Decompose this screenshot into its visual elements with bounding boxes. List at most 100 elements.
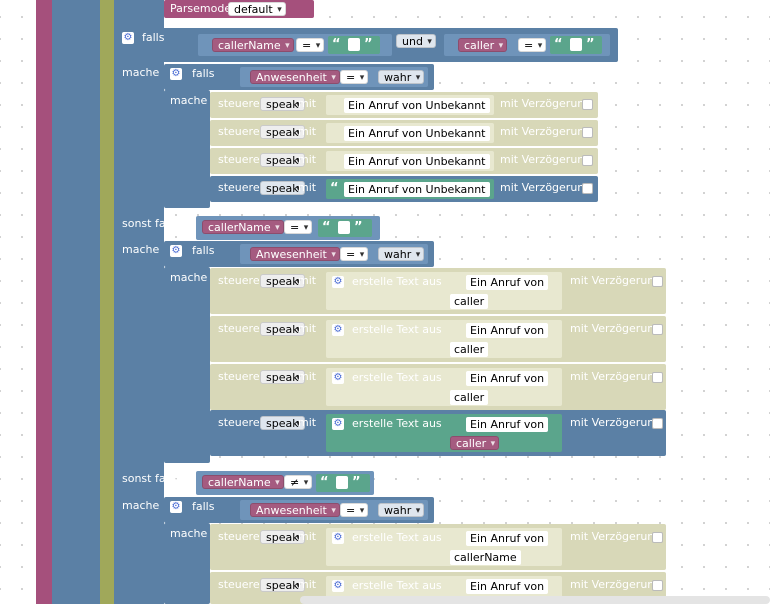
steuere-block-disabled[interactable]: steuere speak mit Ein Anruf von Unbekann… (210, 92, 598, 118)
gear-icon[interactable]: ⚙ (170, 68, 182, 80)
create-text-block[interactable]: ⚙ erstelle Text aus Ein Anruf von caller (326, 320, 562, 358)
create-text-block[interactable]: ⚙ erstelle Text aus Ein Anruf von caller (326, 368, 562, 406)
steuere-label: steuere (218, 274, 260, 287)
empty-text-field[interactable] (338, 221, 350, 234)
eq-operator[interactable]: = (518, 38, 547, 53)
gear-icon[interactable]: ⚙ (170, 501, 182, 513)
anwesenheit-variable[interactable]: Anwesenheit (250, 247, 340, 262)
empty-text-field[interactable] (348, 38, 360, 51)
parsemode-block[interactable]: Parsemode default (164, 0, 314, 18)
text-value[interactable]: Ein Anruf von (466, 323, 549, 338)
compare-block-anwesenheit[interactable]: Anwesenheit = wahr (240, 244, 428, 264)
delay-checkbox[interactable] (652, 580, 663, 591)
eq-operator[interactable]: = (340, 503, 369, 518)
text-value[interactable]: Ein Anruf von Unbekannt (344, 154, 490, 169)
callername-variable[interactable]: callerName (202, 475, 284, 490)
compare-block-anwesenheit[interactable]: Anwesenheit = wahr (240, 500, 428, 520)
gear-icon[interactable]: ⚙ (170, 245, 182, 257)
if-block-anwesenheit-2[interactable]: ⚙ falls Anwesenheit = wahr (164, 241, 434, 267)
gear-icon[interactable]: ⚙ (332, 276, 344, 288)
delay-checkbox[interactable] (652, 324, 663, 335)
caller-variable[interactable]: caller (450, 342, 489, 357)
steuere-block-active[interactable]: steuere speak mit ⚙ erstelle Text aus Ei… (210, 410, 666, 456)
caller-variable[interactable]: caller (450, 436, 500, 451)
text-value[interactable]: Ein Anruf von Unbekannt (344, 182, 490, 197)
steuere-block-disabled[interactable]: steuere speak mit ⚙ erstelle Text aus Ei… (210, 268, 666, 314)
caller-variable[interactable]: caller (450, 390, 489, 405)
compare-block-caller[interactable]: caller = “ ” (444, 34, 610, 56)
steuere-block-disabled[interactable]: steuere speak mit Ein Anruf von Unbekann… (210, 120, 598, 146)
delay-checkbox[interactable] (582, 183, 593, 194)
create-text-block[interactable]: ⚙ erstelle Text aus Ein Anruf von caller… (326, 528, 562, 566)
gear-icon[interactable]: ⚙ (332, 580, 344, 592)
delay-checkbox[interactable] (652, 372, 663, 383)
delay-checkbox[interactable] (582, 99, 593, 110)
anwesenheit-variable[interactable]: Anwesenheit (250, 503, 340, 518)
steuere-block-disabled[interactable]: steuere speak mit Ein Anruf von Unbekann… (210, 148, 598, 174)
und-operator[interactable]: und (396, 34, 436, 49)
create-text-block[interactable]: ⚙ erstelle Text aus Ein Anruf von caller (326, 272, 562, 310)
empty-text-block[interactable]: “ ” (550, 36, 602, 54)
text-block[interactable]: “ Ein Anruf von Unbekannt ” (326, 179, 494, 199)
steuere-block-disabled[interactable]: steuere speak mit ⚙ erstelle Text aus Ei… (210, 364, 666, 410)
anwesenheit-variable[interactable]: Anwesenheit (250, 70, 340, 85)
text-value[interactable]: Ein Anruf von (466, 275, 549, 290)
gear-icon[interactable]: ⚙ (332, 372, 344, 384)
caller-variable[interactable]: caller (450, 294, 489, 309)
wahr-value[interactable]: wahr (378, 247, 425, 262)
text-value[interactable]: Ein Anruf von (466, 579, 549, 594)
text-value[interactable]: Ein Anruf von Unbekannt (344, 126, 490, 141)
text-value[interactable]: Ein Anruf von (466, 531, 549, 546)
compare-block-anwesenheit[interactable]: Anwesenheit = wahr (240, 67, 428, 87)
gear-icon[interactable]: ⚙ (332, 324, 344, 336)
wahr-value[interactable]: wahr (378, 503, 425, 518)
delay-label: mit Verzögerung (570, 322, 662, 335)
caller-variable[interactable]: caller (458, 38, 508, 53)
steuere-block-active[interactable]: steuere speak mit “ Ein Anruf von Unbeka… (210, 176, 598, 202)
text-value[interactable]: Ein Anruf von (466, 417, 549, 432)
callername-variable[interactable]: callerName (202, 220, 284, 235)
empty-text-field[interactable] (570, 38, 582, 51)
horizontal-scrollbar[interactable] (300, 596, 770, 604)
delay-checkbox[interactable] (652, 276, 663, 287)
callername-variable[interactable]: callerName (450, 550, 521, 565)
delay-checkbox[interactable] (652, 418, 663, 429)
delay-checkbox[interactable] (582, 127, 593, 138)
create-text-label: erstelle Text aus (352, 275, 442, 288)
steuere-block-disabled[interactable]: steuere speak mit ⚙ erstelle Text aus Ei… (210, 524, 666, 570)
eq-operator[interactable]: = (340, 247, 369, 262)
empty-text-block[interactable]: “ ” (316, 474, 370, 492)
neq-operator[interactable]: ≠ (284, 475, 313, 490)
eq-operator[interactable]: = (340, 70, 369, 85)
empty-text-block[interactable]: “ ” (328, 36, 380, 54)
if-block-1[interactable]: ⚙ falls callerName = “ ” und caller = “ … (114, 28, 618, 62)
gear-icon[interactable]: ⚙ (122, 32, 134, 44)
delay-checkbox[interactable] (652, 532, 663, 543)
steuere-block-disabled[interactable]: steuere speak mit ⚙ erstelle Text aus Ei… (210, 316, 666, 362)
compare-block-callername[interactable]: callerName = “ ” (198, 34, 392, 56)
empty-text-block[interactable]: “ ” (318, 219, 372, 237)
empty-text-field[interactable] (336, 476, 348, 489)
callername-variable[interactable]: callerName (212, 38, 294, 53)
workspace-stripe-blue (52, 0, 100, 604)
compare-block-callername-2[interactable]: callerName = “ ” (196, 216, 380, 240)
eq-operator[interactable]: = (284, 220, 313, 235)
text-block[interactable]: Ein Anruf von Unbekannt (326, 123, 494, 143)
text-block[interactable]: Ein Anruf von Unbekannt (326, 151, 494, 171)
gear-icon[interactable]: ⚙ (332, 418, 344, 430)
eq-operator[interactable]: = (296, 38, 325, 53)
delay-checkbox[interactable] (582, 155, 593, 166)
steuere-label: steuere (218, 153, 260, 166)
text-block[interactable]: Ein Anruf von Unbekannt (326, 95, 494, 115)
text-value[interactable]: Ein Anruf von (466, 371, 549, 386)
text-value[interactable]: Ein Anruf von Unbekannt (344, 98, 490, 113)
wahr-value[interactable]: wahr (378, 70, 425, 85)
if-block-anwesenheit-1[interactable]: ⚙ falls Anwesenheit = wahr (164, 64, 434, 90)
parsemode-dropdown[interactable]: default (228, 2, 286, 17)
mache-label: mache (170, 94, 208, 107)
workspace-stripe-blue-2 (114, 0, 164, 604)
if-block-anwesenheit-3[interactable]: ⚙ falls Anwesenheit = wahr (164, 497, 434, 523)
create-text-block[interactable]: ⚙ erstelle Text aus Ein Anruf von caller (326, 414, 562, 452)
gear-icon[interactable]: ⚙ (332, 532, 344, 544)
compare-block-callername-neq[interactable]: callerName ≠ “ ” (196, 471, 374, 495)
